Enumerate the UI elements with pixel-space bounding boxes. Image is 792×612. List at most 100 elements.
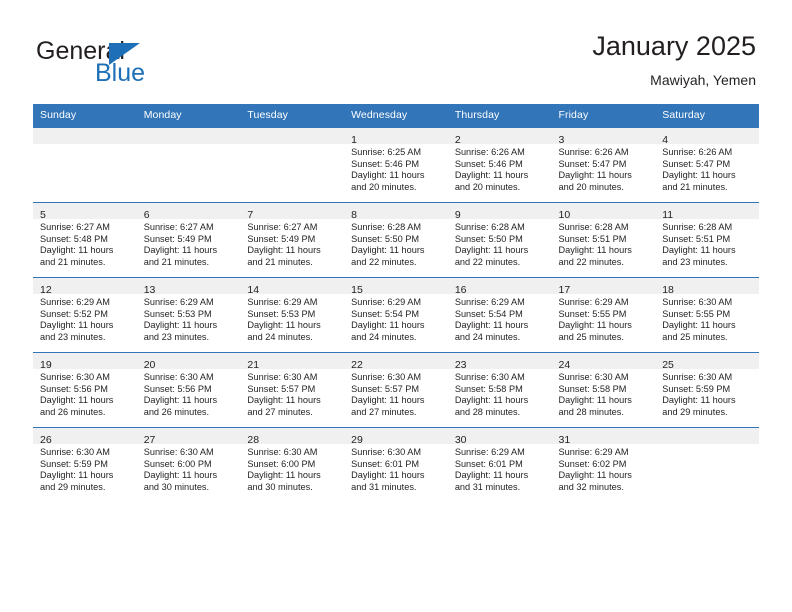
sunset-text: Sunset: 5:56 PM (40, 383, 108, 394)
calendar-day-cell[interactable]: 24 Sunrise: 6:30 AM Sunset: 5:58 PM Dayligh… (551, 352, 656, 428)
calendar-day-cell[interactable]: 10 Sunrise: 6:28 AM Sunset: 5:51 PM Dayligh… (551, 202, 656, 278)
calendar-day-cell[interactable]: 7 Sunrise: 6:27 AM Sunset: 5:49 PM Daylight… (240, 202, 345, 278)
calendar-day-cell[interactable]: 12 Sunrise: 6:29 AM Sunset: 5:52 PM Dayligh… (33, 277, 137, 353)
day-cell-content: 11 Sunrise: 6:28 AM Sunset: 5:51 PM Dayligh… (655, 203, 759, 277)
calendar-day-cell[interactable]: 3 Sunrise: 6:26 AM Sunset: 5:47 PM Daylight… (551, 127, 656, 203)
day-cell-content: 25 Sunrise: 6:30 AM Sunset: 5:59 PM Dayligh… (655, 353, 759, 427)
day-number: 26 (40, 434, 52, 446)
calendar-day-cell[interactable]: 4 Sunrise: 6:26 AM Sunset: 5:47 PM Daylight… (655, 127, 759, 203)
sunset-text: Sunset: 6:01 PM (351, 458, 420, 469)
daylight-text-line2: and 24 minutes. (454, 331, 521, 342)
day-number: 2 (454, 134, 461, 146)
calendar-day-cell[interactable]: 29 Sunrise: 6:30 AM Sunset: 6:01 PM Dayligh… (344, 427, 448, 502)
calendar-day-cell[interactable]: 23 Sunrise: 6:30 AM Sunset: 5:58 PM Dayligh… (447, 352, 552, 428)
day-number: 29 (351, 434, 363, 446)
day-number-strip: 4 (655, 128, 759, 146)
calendar-day-cell[interactable]: 20 Sunrise: 6:30 AM Sunset: 5:56 PM Dayligh… (136, 352, 241, 428)
day-sun-info: Sunrise: 6:30 AM Sunset: 5:55 PM Daylight:… (655, 294, 759, 343)
calendar-day-cell[interactable]: 16 Sunrise: 6:29 AM Sunset: 5:54 PM Dayligh… (447, 277, 552, 353)
day-number-strip: 21 (240, 353, 345, 371)
calendar-day-cell[interactable]: 28 Sunrise: 6:30 AM Sunset: 6:00 PM Dayligh… (240, 427, 345, 502)
day-number-strip: 1 (344, 128, 448, 146)
day-cell-content: 4 Sunrise: 6:26 AM Sunset: 5:47 PM Daylight… (655, 128, 759, 202)
day-number: 13 (143, 284, 156, 296)
page-title: January 2025 (592, 31, 756, 61)
day-number: 15 (351, 284, 363, 296)
day-number: 11 (662, 209, 674, 221)
day-number-strip: 25 (655, 353, 759, 371)
calendar-day-cell[interactable]: 6 Sunrise: 6:27 AM Sunset: 5:49 PM Daylight… (136, 202, 241, 278)
day-cell-content (136, 128, 241, 202)
day-cell-content: 10 Sunrise: 6:28 AM Sunset: 5:51 PM Dayligh… (551, 203, 656, 277)
calendar-day-cell[interactable]: 19 Sunrise: 6:30 AM Sunset: 5:56 PM Dayligh… (33, 352, 137, 428)
daylight-text-line1: Daylight: 11 hours (558, 245, 632, 256)
calendar-page: General Blue January 2025 Mawiyah, Yemen… (0, 0, 792, 612)
calendar-day-cell[interactable]: 26 Sunrise: 6:30 AM Sunset: 5:59 PM Dayligh… (33, 427, 137, 502)
day-sun-info: Sunrise: 6:30 AM Sunset: 5:59 PM Daylight:… (33, 444, 137, 493)
sunrise-text: Sunrise: 6:29 AM (143, 297, 214, 307)
day-cell-content: 24 Sunrise: 6:30 AM Sunset: 5:58 PM Dayligh… (551, 353, 656, 427)
sunrise-text: Sunrise: 6:30 AM (40, 447, 110, 457)
daylight-text-line1: Daylight: 11 hours (143, 245, 218, 256)
daylight-text-line2: and 30 minutes. (143, 481, 210, 492)
calendar-day-cell[interactable]: 14 Sunrise: 6:29 AM Sunset: 5:53 PM Dayligh… (240, 277, 345, 353)
calendar-day-cell[interactable]: 25 Sunrise: 6:30 AM Sunset: 5:59 PM Dayligh… (655, 352, 759, 428)
calendar-grid: Sunday Monday Tuesday Wednesday Thursday… (33, 104, 759, 502)
daylight-text-line2: and 20 minutes. (351, 181, 417, 192)
day-sun-info: Sunrise: 6:29 AM Sunset: 5:54 PM Daylight:… (344, 294, 448, 343)
calendar-day-cell[interactable]: 31 Sunrise: 6:29 AM Sunset: 6:02 PM Dayligh… (551, 427, 656, 502)
general-blue-logo[interactable]: General Blue (36, 38, 276, 90)
sunrise-text: Sunrise: 6:28 AM (454, 222, 525, 232)
calendar-day-cell[interactable]: 2 Sunrise: 6:26 AM Sunset: 5:46 PM Daylight… (447, 127, 552, 203)
day-cell-content: 29 Sunrise: 6:30 AM Sunset: 6:01 PM Dayligh… (344, 428, 448, 502)
daylight-text-line1: Daylight: 11 hours (454, 470, 529, 481)
sunset-text: Sunset: 6:00 PM (143, 458, 212, 469)
day-number: 28 (247, 434, 260, 446)
sunrise-text: Sunrise: 6:28 AM (351, 222, 422, 232)
sunrise-text: Sunrise: 6:30 AM (351, 372, 422, 382)
daylight-text-line1: Daylight: 11 hours (351, 245, 425, 256)
day-number: 21 (247, 359, 260, 371)
daylight-text-line2: and 26 minutes. (40, 406, 106, 417)
daylight-text-line1: Daylight: 11 hours (558, 320, 632, 331)
day-sun-info: Sunrise: 6:30 AM Sunset: 5:59 PM Daylight:… (655, 369, 759, 418)
calendar-day-cell[interactable]: 21 Sunrise: 6:30 AM Sunset: 5:57 PM Dayligh… (240, 352, 345, 428)
calendar-day-cell[interactable]: 8 Sunrise: 6:28 AM Sunset: 5:50 PM Daylight… (344, 202, 448, 278)
day-sun-info: Sunrise: 6:26 AM Sunset: 5:46 PM Daylight:… (448, 144, 552, 193)
day-cell-content: 14 Sunrise: 6:29 AM Sunset: 5:53 PM Dayligh… (240, 278, 345, 352)
sunset-text: Sunset: 5:59 PM (662, 383, 731, 394)
day-sun-info: Sunrise: 6:30 AM Sunset: 5:58 PM Daylight:… (552, 369, 656, 418)
day-cell-content: 6 Sunrise: 6:27 AM Sunset: 5:49 PM Daylight… (136, 203, 241, 277)
weekday-header-friday: Friday (551, 104, 656, 128)
calendar-day-cell[interactable]: 15 Sunrise: 6:29 AM Sunset: 5:54 PM Dayligh… (344, 277, 448, 353)
daylight-text-line2: and 27 minutes. (247, 406, 313, 417)
day-sun-info: Sunrise: 6:30 AM Sunset: 5:57 PM Daylight:… (240, 369, 344, 418)
calendar-day-cell[interactable]: 18 Sunrise: 6:30 AM Sunset: 5:55 PM Dayligh… (655, 277, 759, 353)
day-cell-content (33, 128, 137, 202)
day-sun-info: Sunrise: 6:30 AM Sunset: 5:57 PM Daylight:… (344, 369, 448, 418)
day-number-strip: 29 (344, 428, 448, 446)
calendar-day-cell[interactable]: 9 Sunrise: 6:28 AM Sunset: 5:50 PM Daylight… (447, 202, 552, 278)
day-sun-info: Sunrise: 6:29 AM Sunset: 6:01 PM Daylight:… (448, 444, 552, 493)
calendar-day-cell[interactable]: 22 Sunrise: 6:30 AM Sunset: 5:57 PM Dayligh… (344, 352, 448, 428)
sunset-text: Sunset: 5:57 PM (247, 383, 316, 394)
day-cell-content: 20 Sunrise: 6:30 AM Sunset: 5:56 PM Dayligh… (136, 353, 241, 427)
calendar-day-cell[interactable]: 27 Sunrise: 6:30 AM Sunset: 6:00 PM Dayligh… (136, 427, 241, 502)
day-number-strip: 3 (551, 128, 656, 146)
sunrise-text: Sunrise: 6:29 AM (558, 297, 629, 307)
sunset-text: Sunset: 6:01 PM (454, 458, 523, 469)
calendar-week-row: 26 Sunrise: 6:30 AM Sunset: 5:59 PM Dayligh… (33, 427, 759, 502)
daylight-text-line1: Daylight: 11 hours (247, 395, 321, 406)
calendar-day-cell[interactable]: 1 Sunrise: 6:25 AM Sunset: 5:46 PM Daylight… (344, 127, 448, 203)
daylight-text-line2: and 23 minutes. (662, 256, 728, 267)
daylight-text-line1: Daylight: 11 hours (351, 470, 425, 481)
calendar-day-cell[interactable]: 17 Sunrise: 6:29 AM Sunset: 5:55 PM Dayligh… (551, 277, 656, 353)
calendar-day-cell[interactable]: 11 Sunrise: 6:28 AM Sunset: 5:51 PM Dayligh… (655, 202, 759, 278)
day-sun-info: Sunrise: 6:26 AM Sunset: 5:47 PM Daylight:… (655, 144, 759, 193)
sunset-text: Sunset: 5:54 PM (351, 308, 420, 319)
day-number-strip: 10 (551, 203, 656, 221)
calendar-day-cell[interactable]: 13 Sunrise: 6:29 AM Sunset: 5:53 PM Dayligh… (136, 277, 241, 353)
calendar-day-cell[interactable]: 5 Sunrise: 6:27 AM Sunset: 5:48 PM Daylight… (33, 202, 137, 278)
daylight-text-line2: and 30 minutes. (247, 481, 313, 492)
calendar-day-cell[interactable]: 30 Sunrise: 6:29 AM Sunset: 6:01 PM Dayligh… (447, 427, 552, 502)
